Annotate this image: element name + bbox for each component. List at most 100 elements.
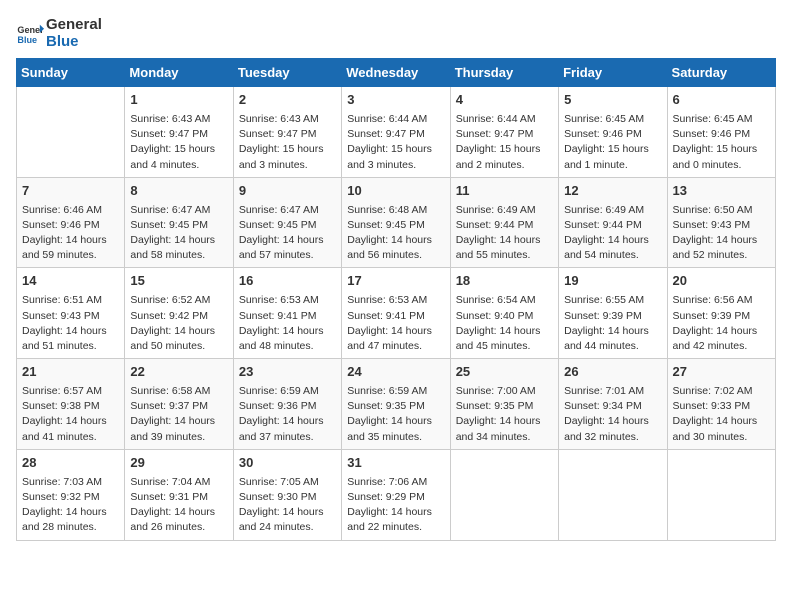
cell-info: Daylight: 14 hours	[22, 324, 119, 339]
cell-info: Sunrise: 7:03 AM	[22, 475, 119, 490]
cell-info: Sunrise: 6:53 AM	[239, 293, 336, 308]
day-number: 21	[22, 363, 119, 382]
cell-info: Daylight: 14 hours	[564, 324, 661, 339]
cell-info: and 34 minutes.	[456, 430, 553, 445]
cell-info: Daylight: 15 hours	[673, 142, 770, 157]
cell-week3-day6: 27Sunrise: 7:02 AMSunset: 9:33 PMDayligh…	[667, 359, 775, 450]
cell-info: and 26 minutes.	[130, 520, 227, 535]
cell-info: and 30 minutes.	[673, 430, 770, 445]
logo-general: General	[46, 16, 102, 33]
cell-info: Daylight: 14 hours	[22, 414, 119, 429]
cell-info: Sunset: 9:29 PM	[347, 490, 444, 505]
day-number: 6	[673, 91, 770, 110]
page-header: General Blue General Blue	[16, 16, 776, 50]
cell-info: Sunset: 9:44 PM	[564, 218, 661, 233]
cell-info: Sunrise: 6:45 AM	[673, 112, 770, 127]
cell-info: Sunset: 9:45 PM	[130, 218, 227, 233]
day-number: 10	[347, 182, 444, 201]
day-number: 28	[22, 454, 119, 473]
cell-info: and 48 minutes.	[239, 339, 336, 354]
cell-week3-day5: 26Sunrise: 7:01 AMSunset: 9:34 PMDayligh…	[559, 359, 667, 450]
cell-info: Daylight: 14 hours	[347, 505, 444, 520]
cell-info: and 2 minutes.	[456, 158, 553, 173]
cell-info: and 54 minutes.	[564, 248, 661, 263]
cell-info: and 51 minutes.	[22, 339, 119, 354]
cell-info: Sunrise: 6:43 AM	[130, 112, 227, 127]
day-number: 20	[673, 272, 770, 291]
cell-info: Sunset: 9:34 PM	[564, 399, 661, 414]
calendar-table: SundayMondayTuesdayWednesdayThursdayFrid…	[16, 58, 776, 541]
cell-info: Sunset: 9:43 PM	[22, 309, 119, 324]
cell-info: Sunset: 9:46 PM	[673, 127, 770, 142]
day-number: 15	[130, 272, 227, 291]
cell-info: and 4 minutes.	[130, 158, 227, 173]
cell-info: Daylight: 14 hours	[239, 233, 336, 248]
day-number: 11	[456, 182, 553, 201]
cell-week0-day3: 3Sunrise: 6:44 AMSunset: 9:47 PMDaylight…	[342, 87, 450, 178]
svg-text:Blue: Blue	[17, 35, 37, 45]
cell-info: Sunrise: 6:44 AM	[456, 112, 553, 127]
day-number: 27	[673, 363, 770, 382]
cell-info: Sunrise: 6:59 AM	[347, 384, 444, 399]
day-number: 8	[130, 182, 227, 201]
cell-info: Daylight: 14 hours	[130, 324, 227, 339]
cell-info: Sunset: 9:35 PM	[347, 399, 444, 414]
cell-week2-day5: 19Sunrise: 6:55 AMSunset: 9:39 PMDayligh…	[559, 268, 667, 359]
cell-info: Sunset: 9:44 PM	[456, 218, 553, 233]
cell-info: Sunrise: 6:45 AM	[564, 112, 661, 127]
cell-info: and 24 minutes.	[239, 520, 336, 535]
cell-week2-day4: 18Sunrise: 6:54 AMSunset: 9:40 PMDayligh…	[450, 268, 558, 359]
day-number: 5	[564, 91, 661, 110]
cell-week1-day4: 11Sunrise: 6:49 AMSunset: 9:44 PMDayligh…	[450, 177, 558, 268]
cell-info: Sunset: 9:45 PM	[239, 218, 336, 233]
cell-week2-day2: 16Sunrise: 6:53 AMSunset: 9:41 PMDayligh…	[233, 268, 341, 359]
day-number: 16	[239, 272, 336, 291]
cell-week0-day5: 5Sunrise: 6:45 AMSunset: 9:46 PMDaylight…	[559, 87, 667, 178]
cell-info: and 22 minutes.	[347, 520, 444, 535]
cell-info: and 39 minutes.	[130, 430, 227, 445]
cell-week4-day3: 31Sunrise: 7:06 AMSunset: 9:29 PMDayligh…	[342, 449, 450, 540]
cell-info: Sunrise: 6:49 AM	[456, 203, 553, 218]
cell-week2-day1: 15Sunrise: 6:52 AMSunset: 9:42 PMDayligh…	[125, 268, 233, 359]
cell-info: Sunrise: 6:59 AM	[239, 384, 336, 399]
cell-week0-day4: 4 Sunrise: 6:44 AMSunset: 9:47 PMDaylight…	[450, 87, 558, 178]
cell-info: Sunrise: 6:46 AM	[22, 203, 119, 218]
cell-info: Sunrise: 7:02 AM	[673, 384, 770, 399]
cell-info: Sunset: 9:32 PM	[22, 490, 119, 505]
cell-week1-day3: 10Sunrise: 6:48 AMSunset: 9:45 PMDayligh…	[342, 177, 450, 268]
cell-info: Daylight: 14 hours	[456, 414, 553, 429]
cell-info: Sunset: 9:43 PM	[673, 218, 770, 233]
cell-info: Daylight: 14 hours	[22, 505, 119, 520]
cell-info: Sunrise: 6:51 AM	[22, 293, 119, 308]
day-number: 25	[456, 363, 553, 382]
day-number: 29	[130, 454, 227, 473]
col-header-saturday: Saturday	[667, 59, 775, 87]
day-number: 4	[456, 91, 553, 110]
cell-info: and 37 minutes.	[239, 430, 336, 445]
cell-info: Daylight: 15 hours	[564, 142, 661, 157]
cell-week1-day1: 8Sunrise: 6:47 AMSunset: 9:45 PMDaylight…	[125, 177, 233, 268]
cell-info: Daylight: 15 hours	[456, 142, 553, 157]
cell-week1-day0: 7Sunrise: 6:46 AMSunset: 9:46 PMDaylight…	[17, 177, 125, 268]
cell-info: Sunrise: 6:52 AM	[130, 293, 227, 308]
day-number: 31	[347, 454, 444, 473]
cell-info: Sunset: 9:40 PM	[456, 309, 553, 324]
day-number: 17	[347, 272, 444, 291]
cell-info: and 55 minutes.	[456, 248, 553, 263]
cell-info: Daylight: 14 hours	[347, 414, 444, 429]
cell-info: Daylight: 14 hours	[456, 324, 553, 339]
cell-info: Sunrise: 6:57 AM	[22, 384, 119, 399]
cell-info: Sunrise: 6:49 AM	[564, 203, 661, 218]
cell-info: Sunrise: 7:04 AM	[130, 475, 227, 490]
cell-info: Sunrise: 6:55 AM	[564, 293, 661, 308]
cell-week2-day6: 20Sunrise: 6:56 AMSunset: 9:39 PMDayligh…	[667, 268, 775, 359]
cell-week3-day0: 21Sunrise: 6:57 AMSunset: 9:38 PMDayligh…	[17, 359, 125, 450]
cell-info: and 35 minutes.	[347, 430, 444, 445]
cell-info: Daylight: 14 hours	[130, 505, 227, 520]
cell-info: Sunset: 9:39 PM	[673, 309, 770, 324]
cell-info: and 50 minutes.	[130, 339, 227, 354]
cell-info: Sunset: 9:47 PM	[456, 127, 553, 142]
day-number: 12	[564, 182, 661, 201]
cell-week4-day1: 29Sunrise: 7:04 AMSunset: 9:31 PMDayligh…	[125, 449, 233, 540]
cell-info: Sunrise: 6:47 AM	[239, 203, 336, 218]
